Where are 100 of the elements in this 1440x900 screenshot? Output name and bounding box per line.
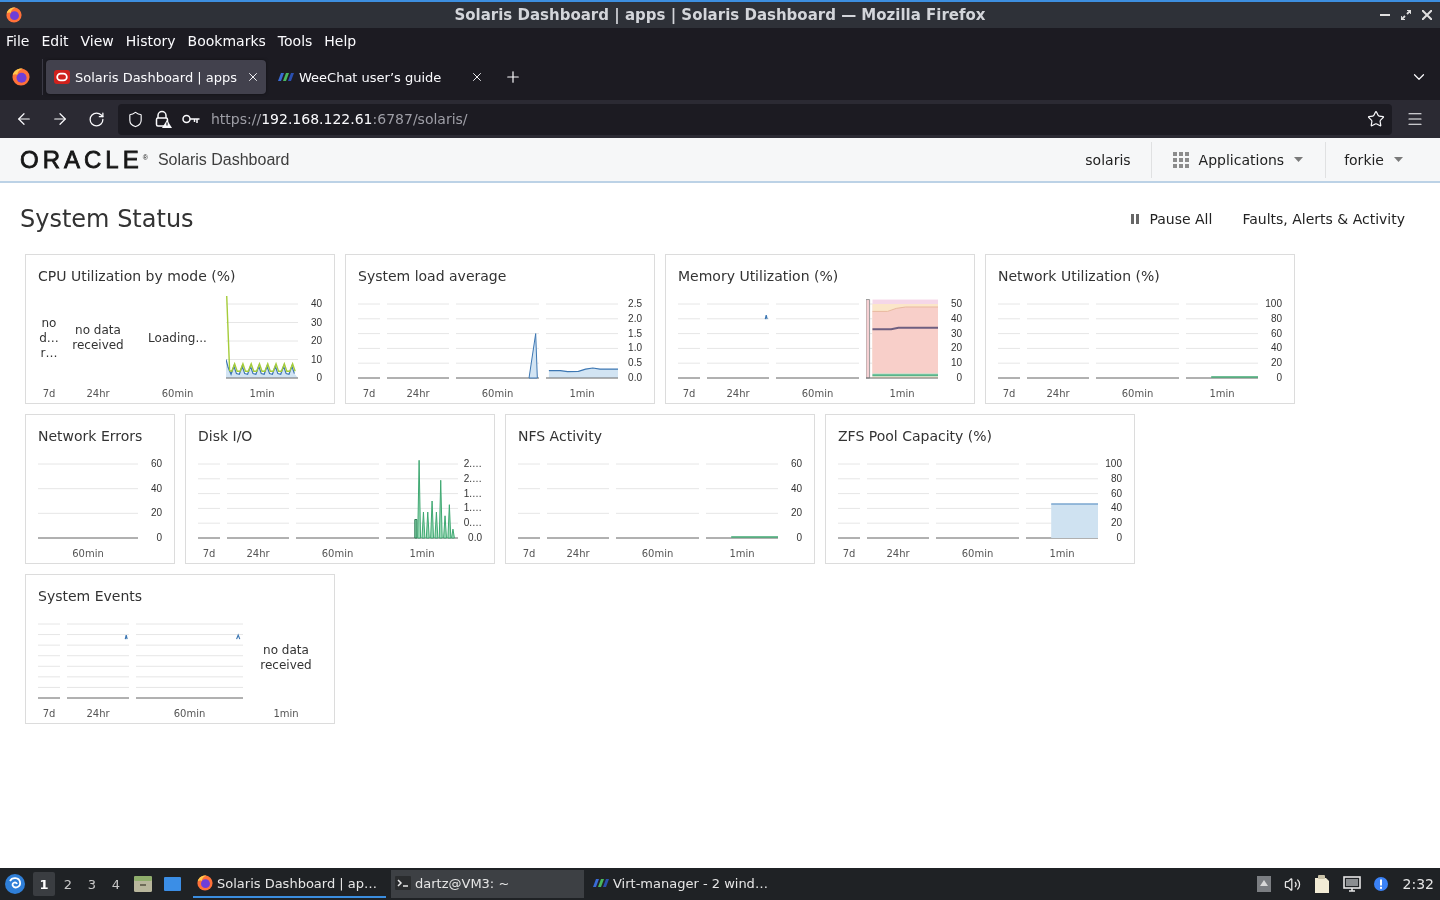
status-message: no data received	[259, 643, 313, 673]
star-icon[interactable]	[1367, 110, 1385, 128]
menu-item[interactable]: History	[119, 30, 182, 52]
period-label: 60min	[961, 547, 994, 561]
lock-warning-icon[interactable]	[154, 110, 172, 128]
menu-item[interactable]: File	[0, 30, 36, 52]
axis-tick-label: 1.5	[628, 327, 642, 340]
workspace-button[interactable]: 1	[33, 872, 55, 896]
axis-tick-label: 60	[1270, 327, 1282, 340]
taskbar-window-button[interactable]: Solaris Dashboard | ap…	[193, 870, 386, 898]
taskbar-window-button[interactable]: Virt-manager - 2 wind…	[589, 870, 782, 898]
host-link[interactable]: solaris	[1065, 151, 1151, 168]
user-menu[interactable]: forkie	[1326, 138, 1440, 181]
period-label: 7d	[522, 547, 536, 561]
address-bar[interactable]: https://192.168.122.61:6787/solaris/	[118, 103, 1392, 135]
menu-item[interactable]: View	[74, 30, 120, 52]
period-label: 60min	[801, 387, 834, 401]
card-title: CPU Utilization by mode (%)	[38, 267, 236, 285]
workspace-button[interactable]: 4	[105, 872, 127, 896]
axis-tick-label: 0	[1276, 372, 1282, 384]
pause-button[interactable]: Pause All	[1131, 211, 1213, 227]
axis-tick-label: 100	[1105, 458, 1122, 470]
period-label: 7d	[42, 707, 56, 721]
browser-tab[interactable]: WeeChat user’s guide	[270, 60, 490, 94]
workspace-button[interactable]: 2	[57, 872, 79, 896]
period-label: 60min	[641, 547, 674, 561]
axis-tick-label: 20	[1110, 517, 1122, 530]
axis-tick-label: 20	[1270, 357, 1282, 370]
card-title: Disk I/O	[198, 427, 253, 445]
card-title: Network Errors	[38, 427, 143, 445]
axis-tick-label: 80	[1270, 312, 1282, 325]
forward-icon[interactable]	[51, 110, 69, 128]
axis-tick-label: 2.…	[463, 472, 482, 485]
clipboard-icon[interactable]	[1313, 875, 1330, 893]
browser-logo-icon[interactable]	[12, 68, 30, 86]
period-label: 1min	[569, 387, 595, 401]
clock: 2:32	[1402, 876, 1434, 892]
card-title: Memory Utilization (%)	[678, 267, 839, 285]
restore-icon[interactable]	[1401, 10, 1411, 20]
axis-tick-label: 20	[310, 335, 322, 347]
plus-icon[interactable]	[504, 68, 522, 86]
period-label: 60min	[481, 387, 514, 401]
brand-logo: ORACLE$^{®}$	[20, 146, 148, 173]
axis-tick-label: 10	[310, 353, 322, 366]
menu-item[interactable]: Edit	[35, 30, 75, 52]
period-label: 60min	[1121, 387, 1154, 401]
monitor-icon[interactable]	[1342, 876, 1361, 892]
axis-tick-label: 40	[1110, 502, 1122, 515]
browser-tab[interactable]: Solaris Dashboard | apps	[46, 60, 266, 94]
period-label: 7d	[842, 547, 856, 561]
axis-tick-label: 40	[790, 482, 802, 495]
period-label: 24hr	[886, 547, 910, 561]
menu-item[interactable]: Bookmarks	[181, 30, 272, 52]
shield-icon[interactable]	[127, 110, 144, 128]
period-label: 1min	[889, 387, 915, 401]
speaker-icon[interactable]	[1283, 875, 1301, 893]
axis-tick-label: 20	[150, 507, 162, 520]
card-title: System Events	[38, 587, 143, 605]
axis-tick-label: 0.…	[463, 517, 482, 530]
workspace-button[interactable]: 3	[81, 872, 103, 896]
grid-icon	[1172, 151, 1189, 168]
axis-tick-label: 100	[1265, 298, 1282, 310]
drawer-icon[interactable]	[134, 876, 152, 892]
axis-tick-label: 1.…	[463, 487, 482, 500]
period-label: 24hr	[566, 547, 590, 561]
menu-icon[interactable]	[1406, 110, 1424, 128]
applications-menu[interactable]: Applications	[1151, 138, 1326, 181]
period-label: 7d	[682, 387, 696, 401]
card-title: Network Utilization (%)	[998, 267, 1160, 285]
menu-item[interactable]: Help	[318, 30, 363, 52]
period-label: 24hr	[406, 387, 430, 401]
url-text: https://192.168.122.61:6787/solaris/	[211, 111, 468, 127]
page-title: System Status	[20, 205, 194, 233]
status-message: no d… r…	[38, 315, 60, 361]
axis-tick-label: 0	[156, 531, 162, 544]
close-icon[interactable]	[470, 70, 484, 84]
ring-tile-icon	[54, 69, 70, 85]
axis-tick-label: 0	[1116, 532, 1122, 544]
taskbar-window-button[interactable]: dartz@VM3: ~	[391, 870, 584, 898]
period-label: 60min	[72, 547, 104, 561]
period-label: 24hr	[1046, 387, 1070, 401]
status-message: Loading...	[148, 330, 207, 346]
swirl-icon[interactable]	[5, 874, 25, 894]
period-label: 7d	[1002, 387, 1016, 401]
period-label: 7d	[42, 387, 56, 401]
key-icon[interactable]	[182, 113, 200, 125]
back-icon[interactable]	[15, 110, 33, 128]
axis-tick-label: 40	[1270, 342, 1282, 355]
axis-tick-label: 30	[950, 327, 962, 340]
axis-tick-label: 40	[950, 312, 962, 325]
menu-item[interactable]: Tools	[271, 30, 319, 52]
notification-icon[interactable]	[1373, 877, 1388, 891]
reload-icon[interactable]	[87, 110, 105, 128]
close-icon[interactable]	[1422, 10, 1432, 20]
period-label: 1min	[1209, 387, 1235, 401]
close-icon[interactable]	[246, 70, 260, 84]
axis-tick-label: 1.0	[628, 342, 642, 355]
axis-tick-label: 40	[310, 298, 322, 310]
text-link[interactable]: Faults, Alerts & Activity	[1242, 211, 1405, 227]
axis-tick-label: 2.0	[628, 312, 642, 325]
